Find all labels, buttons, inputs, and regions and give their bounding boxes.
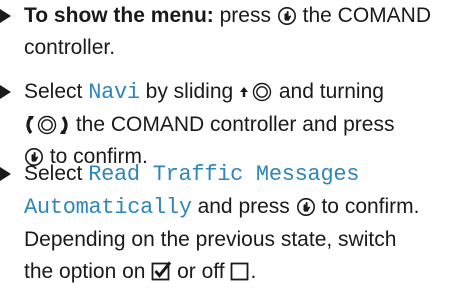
checkbox-unchecked-icon [230, 259, 250, 291]
checkbox-checked-icon [151, 259, 172, 291]
instruction-step-3: Select Read Traffic Messages Automatical… [0, 158, 458, 291]
option-automatically: Automatically [24, 195, 192, 220]
menu-item-navi: Navi [88, 80, 140, 105]
instruction-page: To show the menu: press the COMAND contr… [0, 0, 462, 287]
instruction-step-1: To show the menu: press the COMAND contr… [0, 0, 458, 64]
slide-up-controller-icon [239, 81, 273, 103]
press-controller-icon [296, 197, 316, 217]
option-read-traffic-messages: Read Traffic Messages [88, 162, 360, 187]
bullet-arrow-icon [0, 9, 11, 23]
step-1-lead: To show the menu: [24, 4, 214, 27]
turn-controller-icon [24, 113, 70, 137]
bullet-arrow-icon [0, 167, 11, 181]
press-controller-icon [277, 6, 297, 26]
bullet-arrow-icon [0, 85, 11, 99]
